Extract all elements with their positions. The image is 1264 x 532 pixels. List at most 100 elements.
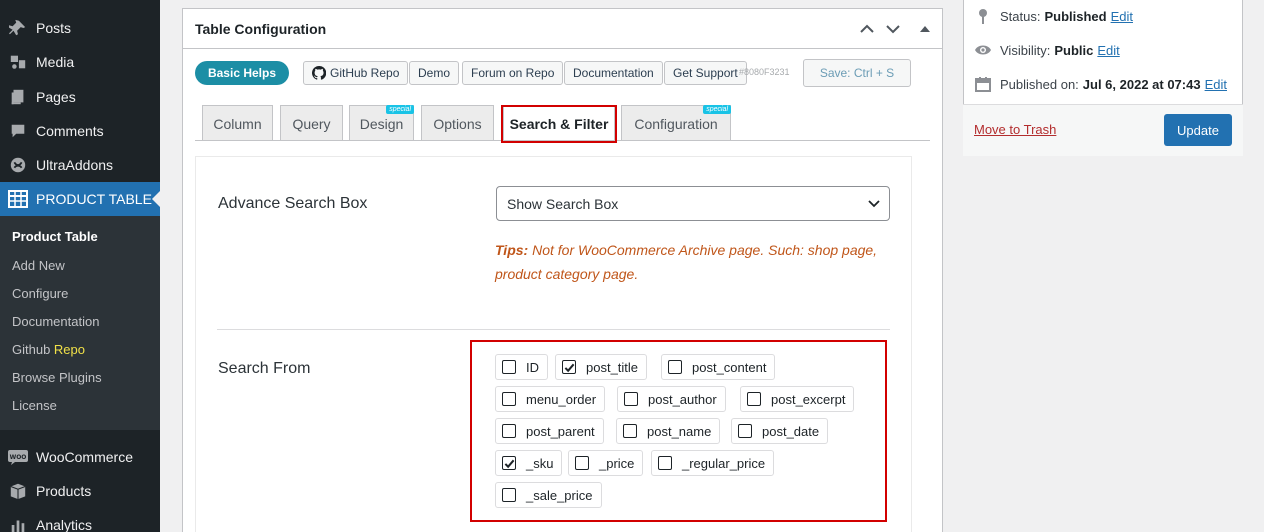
pin-icon <box>8 18 28 38</box>
sidebar-item-pages[interactable]: Pages <box>0 80 160 114</box>
checkbox-unchecked[interactable] <box>747 392 761 406</box>
collapse-toggle-icon[interactable] <box>915 19 935 39</box>
tab-label: Query <box>292 115 331 132</box>
svg-text:WOO: WOO <box>10 454 27 461</box>
sidebar-item-label: WooCommerce <box>36 449 133 465</box>
checkbox-option-post-name[interactable]: post_name <box>616 418 721 444</box>
calendar-icon <box>974 75 992 93</box>
chevron-down-icon <box>868 200 880 208</box>
advance-search-box-select[interactable]: Show Search Box <box>496 186 890 221</box>
basic-helps-button[interactable]: Basic Helps <box>195 61 289 85</box>
sidebar-item-label: Posts <box>36 20 72 36</box>
checkbox-label: post_parent <box>526 423 595 439</box>
sidebar-item-label: Pages <box>36 89 76 105</box>
move-to-trash-link[interactable]: Move to Trash <box>974 122 1056 137</box>
submenu-configure[interactable]: Configure <box>12 284 68 304</box>
sidebar-item-label: Products <box>36 483 92 499</box>
submenu-documentation[interactable]: Documentation <box>12 312 99 332</box>
publish-visibility-row: Visibility: Public Edit <box>974 40 1120 60</box>
table-icon <box>8 189 28 209</box>
tab-configuration[interactable]: Configuration special <box>621 105 731 141</box>
checkbox-option-post-excerpt[interactable]: post_excerpt <box>740 386 855 412</box>
submenu-github-highlight: Repo <box>53 342 85 357</box>
submenu-browse-plugins[interactable]: Browse Plugins <box>12 368 102 388</box>
sidebar-item-posts[interactable]: Posts <box>0 11 160 45</box>
pin-icon <box>974 7 992 25</box>
checkbox-unchecked[interactable] <box>668 360 682 374</box>
checkbox-unchecked[interactable] <box>575 456 589 470</box>
chevron-up-icon[interactable] <box>857 19 877 39</box>
sidebar-item-analytics[interactable]: Analytics <box>0 508 160 532</box>
tab-options[interactable]: Options <box>421 105 494 141</box>
sidebar-item-comments[interactable]: Comments <box>0 114 160 148</box>
eye-icon <box>974 41 992 59</box>
checkmark-icon <box>564 363 574 372</box>
search-from-label: Search From <box>218 360 311 377</box>
checkbox-label: ID <box>526 359 539 375</box>
checkbox-label: post_title <box>586 359 639 375</box>
tab-design[interactable]: Design special <box>349 105 414 141</box>
save-button[interactable]: Save: Ctrl + S <box>803 59 911 87</box>
checkbox-option-post-author[interactable]: post_author <box>617 386 726 412</box>
update-button[interactable]: Update <box>1164 114 1232 146</box>
edit-visibility-link[interactable]: Edit <box>1097 43 1119 58</box>
sidebar-item-label: PRODUCT TABLE <box>36 191 152 207</box>
special-badge: special <box>386 105 414 114</box>
tab-label: Column <box>213 115 262 132</box>
analytics-icon <box>8 515 28 532</box>
github-repo-button[interactable]: GitHub Repo <box>303 61 409 85</box>
visibility-value: Public <box>1054 42 1094 58</box>
sidebar-item-product-table[interactable]: PRODUCT TABLE <box>0 182 160 216</box>
checkbox-option-post-date[interactable]: post_date <box>731 418 829 444</box>
sidebar-item-products[interactable]: Products <box>0 474 160 508</box>
checkbox-unchecked[interactable] <box>502 360 516 374</box>
checkbox-option-post-content[interactable]: post_content <box>661 354 776 380</box>
tab-column[interactable]: Column <box>202 105 273 141</box>
github-repo-label: GitHub Repo <box>330 66 400 80</box>
checkbox-option-regular-price[interactable]: _regular_price <box>651 450 775 476</box>
checkmark-icon <box>504 459 514 468</box>
checkbox-label: _sku <box>526 455 554 471</box>
tab-label: Design <box>359 115 404 132</box>
sidebar-item-media[interactable]: Media <box>0 45 160 79</box>
checkbox-checked[interactable] <box>502 456 516 470</box>
tips-prefix: Tips: <box>495 242 529 258</box>
checkbox-option-price[interactable]: _price <box>568 450 644 476</box>
submenu-license[interactable]: License <box>12 396 57 416</box>
status-value: Published <box>1044 8 1107 24</box>
checkbox-checked[interactable] <box>562 360 576 374</box>
checkbox-option-sku[interactable]: _sku <box>495 450 563 476</box>
checkbox-unchecked[interactable] <box>658 456 672 470</box>
submenu-add-new[interactable]: Add New <box>12 256 65 276</box>
checkbox-unchecked[interactable] <box>623 424 637 438</box>
checkbox-unchecked[interactable] <box>624 392 638 406</box>
visibility-label: Visibility: <box>1000 42 1051 58</box>
submenu-github-repo[interactable]: Github Repo <box>12 340 85 360</box>
checkbox-unchecked[interactable] <box>502 392 516 406</box>
sidebar-item-woocommerce[interactable]: WOO WooCommerce <box>0 440 160 474</box>
checkbox-option-menu-order[interactable]: menu_order <box>495 386 606 412</box>
demo-button[interactable]: Demo <box>409 61 460 85</box>
documentation-button[interactable]: Documentation <box>564 61 663 85</box>
forum-on-repo-button[interactable]: Forum on Repo <box>462 61 564 85</box>
ultraaddons-icon <box>8 155 28 175</box>
edit-status-link[interactable]: Edit <box>1111 9 1133 24</box>
sidebar-item-label: UltraAddons <box>36 157 114 173</box>
checkbox-unchecked[interactable] <box>502 424 516 438</box>
sidebar-item-ultraaddons[interactable]: UltraAddons <box>0 148 160 182</box>
checkbox-option-sale-price[interactable]: _sale_price <box>495 482 602 508</box>
tab-query[interactable]: Query <box>280 105 343 141</box>
checkbox-unchecked[interactable] <box>502 488 516 502</box>
submenu-product-table[interactable]: Product Table <box>12 227 98 247</box>
chevron-down-icon[interactable] <box>883 19 903 39</box>
publish-status-row: Status: Published Edit <box>974 6 1133 26</box>
checkbox-option-post-title[interactable]: post_title <box>555 354 648 380</box>
checkbox-option-ID[interactable]: ID <box>495 354 548 380</box>
checkbox-label: menu_order <box>526 391 597 407</box>
get-support-button[interactable]: Get Support <box>664 61 747 85</box>
checkbox-option-post-parent[interactable]: post_parent <box>495 418 604 444</box>
admin-sidebar: Posts Media Pages Comments UltraAddons P… <box>0 0 160 532</box>
panel-title: Table Configuration <box>195 20 327 37</box>
edit-date-link[interactable]: Edit <box>1205 77 1227 92</box>
checkbox-unchecked[interactable] <box>738 424 752 438</box>
